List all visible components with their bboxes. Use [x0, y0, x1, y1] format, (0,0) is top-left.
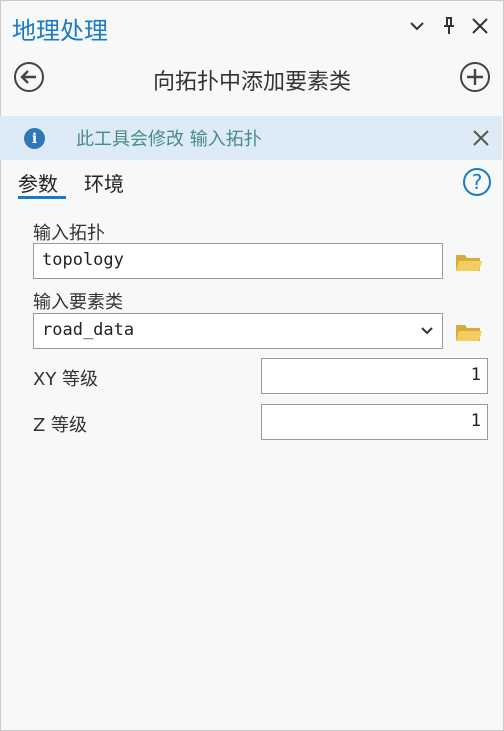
pin-icon[interactable]	[437, 14, 461, 38]
input-topology-field[interactable]: topology	[33, 243, 443, 279]
input-feature-class-dropdown[interactable]: road_data	[33, 313, 443, 349]
xy-rank-label: XY 等级	[33, 369, 99, 390]
active-tab-indicator	[18, 196, 66, 199]
browse-feature-class-button[interactable]	[455, 321, 483, 343]
pane-title: 地理处理	[12, 17, 108, 45]
add-button[interactable]	[460, 62, 490, 92]
z-rank-input[interactable]: 1	[261, 404, 488, 440]
chevron-down-icon[interactable]	[405, 14, 429, 38]
xy-rank-input[interactable]: 1	[261, 358, 488, 394]
info-message: 此工具会修改 输入拓扑	[76, 129, 262, 150]
input-topology-label: 输入拓扑	[33, 223, 105, 244]
info-close-button[interactable]	[470, 127, 492, 149]
browse-topology-button[interactable]	[455, 251, 483, 273]
info-icon: i	[24, 128, 45, 149]
folder-icon	[456, 255, 482, 271]
close-icon[interactable]	[468, 14, 492, 38]
chevron-down-icon[interactable]	[419, 322, 435, 338]
help-icon: ?	[471, 170, 483, 194]
tab-parameters[interactable]: 参数	[18, 168, 58, 197]
help-button[interactable]: ?	[463, 168, 491, 196]
add-circle-icon	[467, 69, 483, 85]
input-feature-class-label: 输入要素类	[33, 292, 123, 313]
tab-environments[interactable]: 环境	[84, 168, 124, 197]
folder-icon	[456, 325, 482, 341]
z-rank-label: Z 等级	[33, 415, 88, 436]
tool-title: 向拓扑中添加要素类	[152, 70, 351, 95]
close-icon	[473, 130, 489, 146]
